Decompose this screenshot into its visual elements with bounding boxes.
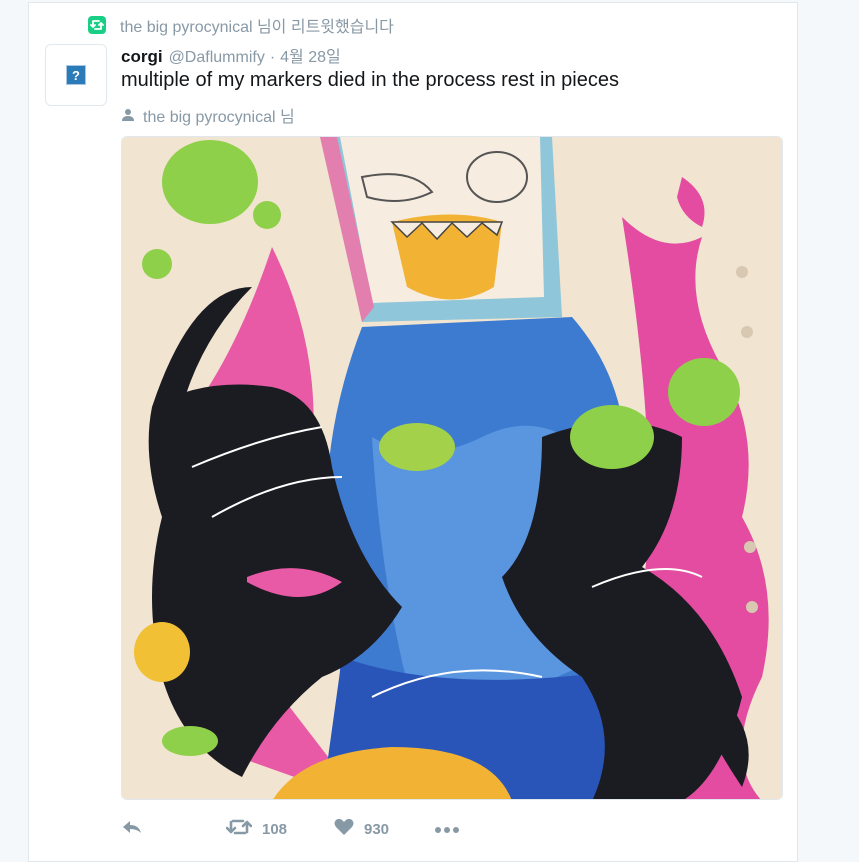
tweet-media-image[interactable] [121,136,783,800]
more-button[interactable] [434,821,460,838]
retweet-button[interactable]: 108 [225,818,334,840]
tweet-actions: 108 930 [121,815,460,843]
person-icon [121,108,135,122]
reply-icon [121,819,143,839]
more-icon [434,821,460,838]
tweet-card[interactable]: the big pyrocynical 님이 리트윗했습니다 ? corgi @… [28,2,798,862]
avatar[interactable]: ? [45,44,107,106]
tweet-header: corgi @Daflummify · 4월 28일 [121,43,341,67]
separator-dot: · [269,49,276,66]
tweet-timestamp[interactable]: 4월 28일 [280,43,341,67]
like-button[interactable]: 930 [334,818,434,840]
reply-context: the big pyrocynical 님 [121,103,295,127]
retweet-context: the big pyrocynical 님이 리트윗했습니다 [88,14,394,36]
author-handle[interactable]: @Daflummify [169,49,265,67]
author-name[interactable]: corgi [121,47,163,67]
retweet-icon [88,16,106,34]
retweet-count: 108 [262,820,288,838]
like-count: 930 [364,820,390,838]
reply-context-text[interactable]: the big pyrocynical 님 [143,103,295,127]
reply-button[interactable] [121,819,226,839]
retweet-icon [225,818,253,840]
heart-icon [334,818,354,840]
artwork-illustration [122,137,782,799]
tweet-text: multiple of my markers died in the proce… [121,69,619,91]
broken-image-icon: ? [66,65,86,85]
retweet-context-text[interactable]: the big pyrocynical 님이 리트윗했습니다 [120,13,394,37]
